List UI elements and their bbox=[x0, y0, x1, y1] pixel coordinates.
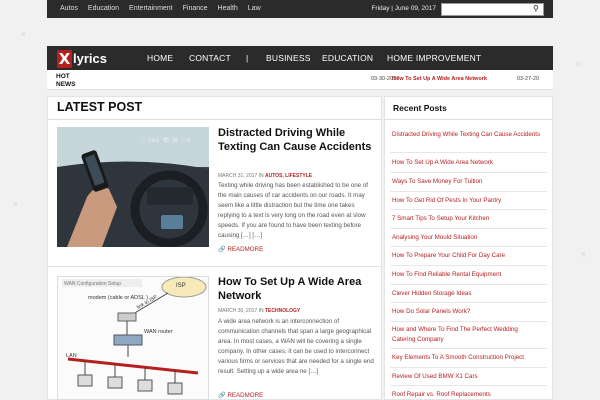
recent-post-link[interactable]: How To Set Up A Wide Area Network bbox=[392, 158, 542, 168]
top-nav-education[interactable]: Education bbox=[83, 0, 124, 18]
read-more-label[interactable]: READMORE bbox=[227, 392, 263, 399]
post-categories[interactable]: AUTOS, LIFESTYLE bbox=[265, 173, 312, 179]
post-title[interactable]: How To Set Up A Wide Area Network bbox=[218, 275, 368, 303]
recent-post-link[interactable]: Ways To Save Money For Tuition bbox=[392, 177, 542, 187]
top-nav-entertainment[interactable]: Entertainment bbox=[124, 0, 178, 18]
site-logo[interactable]: X lyrics bbox=[57, 50, 115, 68]
top-nav-autos[interactable]: Autos bbox=[55, 0, 83, 18]
recent-post-link[interactable]: How To Find Reliable Rental Equipment bbox=[392, 270, 542, 280]
divider bbox=[390, 265, 547, 266]
recent-post-link[interactable]: Analysing Your Mould Situation bbox=[392, 233, 542, 243]
menu-education[interactable]: EDUCATION bbox=[322, 46, 373, 70]
read-more-link[interactable]: 🔗 READMORE bbox=[218, 245, 263, 253]
wan-diagram: WAN Configuration Setup ISP link to ISP … bbox=[58, 277, 208, 399]
divider bbox=[390, 321, 547, 322]
post-categories[interactable]: TECHNOLOGY bbox=[265, 308, 300, 314]
hot-news-label: HOT NEWS bbox=[56, 73, 78, 88]
read-more-link[interactable]: 🔗 READMORE bbox=[218, 391, 263, 399]
search-icon[interactable]: ⚲ bbox=[533, 4, 539, 13]
menu-home-improvement[interactable]: HOME IMPROVEMENT bbox=[387, 46, 481, 70]
post-date: MARCH 31, 2017 bbox=[218, 173, 258, 179]
menu-separator: | bbox=[246, 53, 249, 63]
views-count: 36 bbox=[171, 138, 179, 144]
comments-count: 0 bbox=[187, 138, 191, 144]
isp-label: ISP bbox=[176, 283, 186, 289]
post-in: IN bbox=[258, 173, 264, 179]
current-date: Friday | June 09, 2017 bbox=[371, 5, 436, 12]
link-icon: 🔗 bbox=[218, 246, 226, 253]
divider bbox=[384, 119, 553, 120]
post-meta: MARCH 31, 2017 IN AUTOS, LIFESTYLE bbox=[218, 173, 312, 179]
divider bbox=[390, 348, 547, 349]
divider bbox=[390, 228, 547, 229]
divider bbox=[390, 152, 547, 153]
divider bbox=[390, 367, 547, 368]
driving-photo bbox=[57, 127, 209, 247]
post-stats: ♡ Like 👁 36 □ 0 bbox=[141, 137, 190, 144]
wan-label: WAN router bbox=[144, 329, 173, 335]
divider bbox=[390, 246, 547, 247]
recent-post-link[interactable]: Review Of Used BMW X1 Cars bbox=[392, 372, 542, 382]
logo-mark: X bbox=[57, 50, 72, 68]
sidebar-title: Recent Posts bbox=[393, 103, 447, 113]
recent-post-link[interactable]: Clever Hidden Storage Ideas bbox=[392, 289, 542, 299]
logo-text: lyrics bbox=[73, 51, 107, 66]
post-date: MARCH 30, 2017 bbox=[218, 308, 258, 314]
post-excerpt: A wide area network is an interconnectio… bbox=[218, 318, 374, 375]
top-nav: Autos Education Entertainment Finance He… bbox=[55, 0, 266, 18]
divider bbox=[390, 172, 547, 173]
hot-news-date: 03-27-20 bbox=[517, 76, 540, 82]
recent-post-link[interactable]: Roof Repair vs. Roof Replacements bbox=[392, 390, 542, 400]
read-more-label[interactable]: READMORE bbox=[227, 246, 263, 253]
recent-post-link[interactable]: How To Get Rid Of Pests In Your Pantry bbox=[392, 196, 542, 206]
top-nav-law[interactable]: Law bbox=[243, 0, 266, 18]
background-mark: ✕ bbox=[12, 200, 19, 209]
background-mark: ✕ bbox=[20, 30, 27, 39]
like-label[interactable]: Like bbox=[148, 138, 159, 144]
background-mark: ✕ bbox=[575, 60, 582, 69]
top-nav-finance[interactable]: Finance bbox=[178, 0, 213, 18]
menu-business[interactable]: BUSINESS bbox=[266, 46, 311, 70]
divider bbox=[47, 119, 382, 120]
recent-post-link[interactable]: How Do Solar Panels Work? bbox=[392, 307, 542, 317]
post-thumbnail[interactable]: WAN Configuration Setup ISP link to ISP … bbox=[57, 276, 209, 400]
divider bbox=[390, 385, 547, 386]
divider bbox=[390, 284, 547, 285]
post-in: IN bbox=[258, 308, 264, 314]
post-thumbnail[interactable]: ♡ Like 👁 36 □ 0 bbox=[57, 127, 209, 247]
views-icon: 👁 bbox=[162, 138, 171, 144]
post-meta: MARCH 30, 2017 IN TECHNOLOGY bbox=[218, 308, 300, 314]
diagram-caption: WAN Configuration Setup bbox=[64, 281, 121, 287]
lan-label: LAN bbox=[66, 353, 77, 359]
hot-news-link[interactable]: How To Set Up A Wide Area Network bbox=[392, 76, 487, 82]
divider bbox=[390, 302, 547, 303]
menu-home[interactable]: HOME bbox=[147, 46, 173, 70]
post-title[interactable]: Distracted Driving While Texting Can Cau… bbox=[218, 126, 378, 154]
recent-post-link[interactable]: Distracted Driving While Texting Can Cau… bbox=[392, 130, 542, 140]
menu-contact[interactable]: CONTACT bbox=[189, 46, 231, 70]
recent-post-link[interactable]: How and Where To Find The Perfect Weddin… bbox=[392, 325, 542, 345]
divider bbox=[390, 209, 547, 210]
comments-icon: □ bbox=[181, 138, 186, 144]
search-input[interactable] bbox=[441, 3, 544, 16]
recent-post-link[interactable]: Key Elements To A Smooth Construction Pr… bbox=[392, 353, 542, 363]
background-mark: ✕ bbox=[580, 250, 587, 259]
like-icon[interactable]: ♡ bbox=[141, 138, 146, 144]
top-nav-health[interactable]: Health bbox=[213, 0, 243, 18]
divider bbox=[390, 191, 547, 192]
link-icon: 🔗 bbox=[218, 392, 226, 399]
modem-label: modem (cable or ADSL ) bbox=[88, 295, 148, 301]
post-excerpt: Texting while driving has been establish… bbox=[218, 182, 368, 239]
section-heading: LATEST POST bbox=[57, 100, 143, 114]
recent-post-link[interactable]: How To Prepare Your Child For Day Care bbox=[392, 251, 542, 261]
hot-news-label-text: HOT NEWS bbox=[56, 73, 76, 88]
recent-post-link[interactable]: 7 Smart Tips To Setup Your Kitchen bbox=[392, 214, 542, 224]
divider bbox=[47, 266, 382, 267]
